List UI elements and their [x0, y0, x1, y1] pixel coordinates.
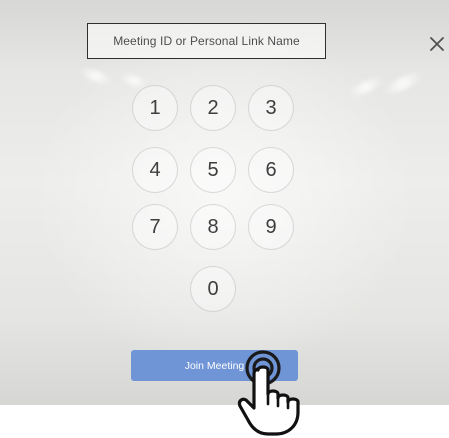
keypad-key-label: 6 [265, 158, 277, 181]
keypad-key-6[interactable]: 6 [248, 147, 294, 193]
keypad-key-3[interactable]: 3 [248, 85, 294, 131]
keypad-key-label: 4 [149, 158, 161, 181]
keypad-key-label: 9 [265, 215, 277, 238]
meeting-id-input[interactable]: Meeting ID or Personal Link Name [87, 23, 326, 59]
keypad-key-2[interactable]: 2 [190, 85, 236, 131]
glare-1 [77, 65, 115, 87]
glare-3 [345, 74, 387, 100]
photo-background: Meeting ID or Personal Link Name 1 2 3 4… [0, 0, 449, 405]
meeting-id-placeholder: Meeting ID or Personal Link Name [113, 34, 300, 48]
keypad-key-label: 8 [207, 215, 219, 238]
keypad-key-1[interactable]: 1 [132, 85, 178, 131]
keypad-key-8[interactable]: 8 [190, 204, 236, 250]
keypad-key-4[interactable]: 4 [132, 147, 178, 193]
glare-4 [380, 68, 426, 99]
keypad-key-label: 0 [207, 277, 219, 300]
keypad-key-5[interactable]: 5 [190, 147, 236, 193]
keypad-key-label: 2 [207, 96, 219, 119]
join-meeting-button[interactable]: Join Meeting [131, 350, 298, 381]
keypad-key-7[interactable]: 7 [132, 204, 178, 250]
keypad-key-label: 1 [149, 96, 161, 119]
keypad-key-label: 7 [149, 215, 161, 238]
join-meeting-label: Join Meeting [184, 359, 245, 372]
keypad-key-9[interactable]: 9 [248, 204, 294, 250]
keypad-key-0[interactable]: 0 [190, 266, 236, 312]
keypad-key-label: 5 [207, 158, 219, 181]
close-icon[interactable] [427, 34, 447, 54]
keypad-key-label: 3 [265, 96, 277, 119]
